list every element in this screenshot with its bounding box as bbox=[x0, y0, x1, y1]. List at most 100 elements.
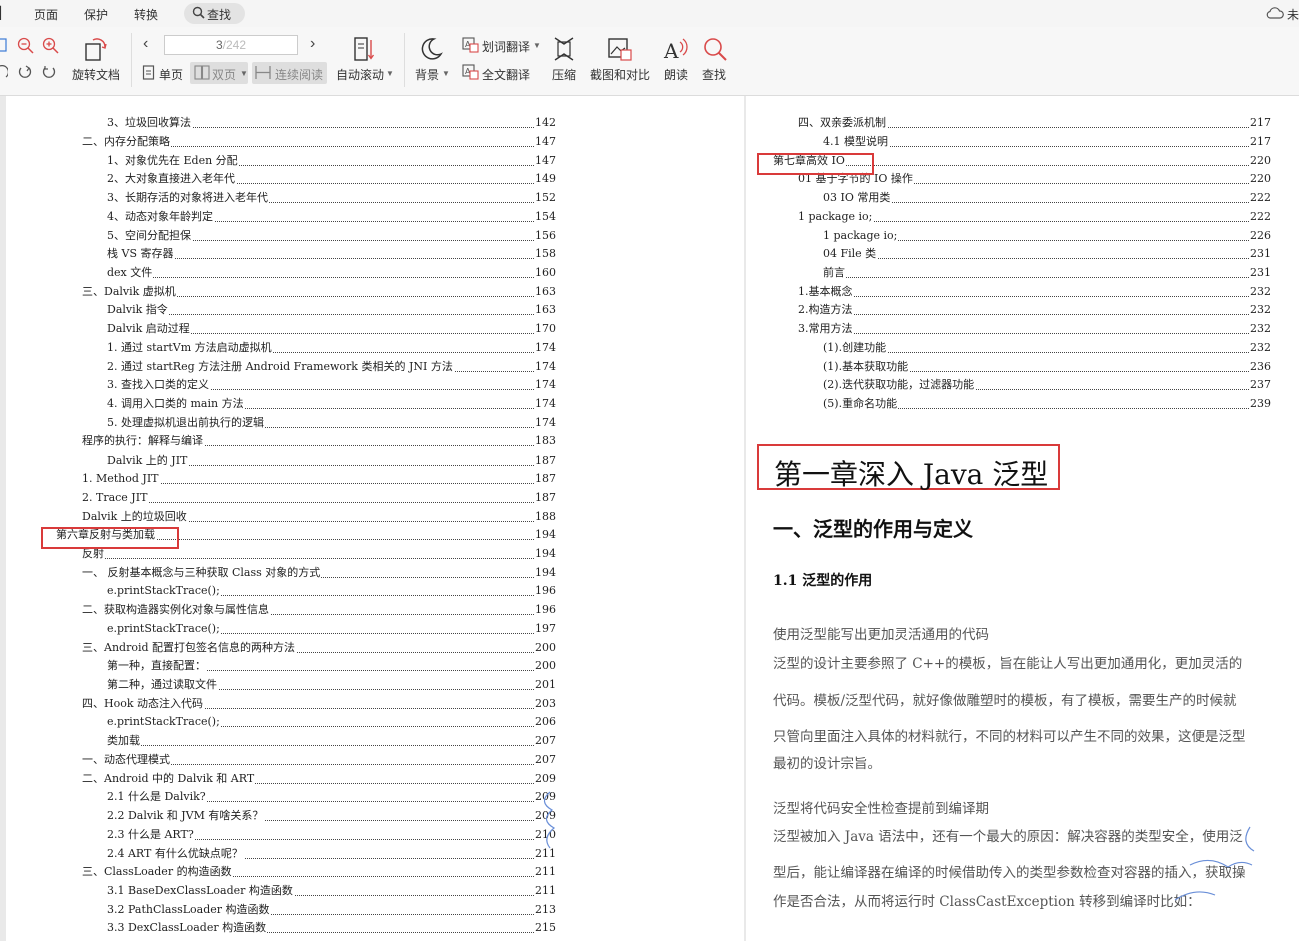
toc-entry-title: 三、ClassLoader 的构造函数 bbox=[82, 863, 233, 880]
next-page-icon[interactable]: › bbox=[310, 35, 315, 53]
toc-entry[interactable]: 2、大对象直接进入老年代 149 bbox=[107, 169, 556, 188]
paragraph-line: 作是否合法，从而将运行时 ClassCastException 转移到编译时比如… bbox=[773, 894, 1201, 910]
toc-entry[interactable]: 5、空间分配担保 156 bbox=[107, 226, 556, 245]
toc-entry[interactable]: 2. 通过 startReg 方法注册 Android Framework 类相… bbox=[107, 357, 556, 376]
toc-entry[interactable]: Dalvik 上的垃圾回收 188 bbox=[82, 507, 556, 526]
toc-entry[interactable]: 三、Android 配置打包签名信息的两种方法 200 bbox=[82, 638, 556, 657]
toc-entry-title: 一、动态代理模式 bbox=[82, 751, 171, 768]
full-translate-label[interactable]: 全文翻译 bbox=[482, 66, 530, 83]
toc-entry[interactable]: 类加载 207 bbox=[107, 731, 556, 750]
zoom-fit-icon[interactable] bbox=[0, 37, 10, 53]
toc-entry[interactable]: 4.1 模型说明 217 bbox=[823, 132, 1271, 151]
auto-scroll-label[interactable]: 自动滚动 bbox=[336, 66, 384, 83]
background-label[interactable]: 背景 bbox=[415, 66, 439, 83]
toc-entry-title: 2.4 ART 有什么优缺点呢？ bbox=[107, 845, 244, 862]
toc-entry[interactable]: 1. Method JIT 187 bbox=[82, 469, 556, 488]
menu-page[interactable]: 页面 bbox=[34, 6, 58, 23]
toc-entry[interactable]: 1. 通过 startVm 方法启动虚拟机 174 bbox=[107, 338, 556, 357]
toc-entry[interactable]: 2. Trace JIT 187 bbox=[82, 488, 556, 507]
menu-search-button[interactable]: 查找 bbox=[184, 3, 245, 24]
toc-entry[interactable]: 3、长期存活的对象将进入老年代 152 bbox=[107, 188, 556, 207]
single-page-label[interactable]: 单页 bbox=[159, 66, 183, 83]
toc-entry[interactable]: 3.2 PathClassLoader 构造函数 213 bbox=[107, 900, 556, 919]
toc-entry[interactable]: 前言 231 bbox=[823, 263, 1271, 282]
toc-entry[interactable]: dex 文件 160 bbox=[107, 263, 556, 282]
toc-entry[interactable]: 二、获取构造器实例化对象与属性信息 196 bbox=[82, 600, 556, 619]
toc-entry[interactable]: (1).创建功能 232 bbox=[823, 338, 1271, 357]
toc-entry[interactable]: 2.1 什么是 Dalvik? 209 bbox=[107, 787, 556, 806]
toc-entry[interactable]: 栈 VS 寄存器 158 bbox=[107, 244, 556, 263]
menu-protect[interactable]: 保护 bbox=[84, 6, 108, 23]
toc-entry[interactable]: 二、内存分配策略 147 bbox=[82, 132, 556, 151]
toc-entry[interactable]: 四、双亲委派机制 217 bbox=[798, 113, 1271, 132]
paragraph-heading: 使用泛型能写出更加灵活通用的代码 bbox=[773, 627, 989, 643]
toc-entry[interactable]: Dalvik 启动过程 170 bbox=[107, 319, 556, 338]
zoom-out-icon[interactable] bbox=[17, 37, 34, 54]
compress-label[interactable]: 压缩 bbox=[552, 66, 576, 83]
toc-entry[interactable]: 程序的执行：解释与编译 183 bbox=[82, 431, 556, 450]
find-icon[interactable] bbox=[702, 36, 728, 62]
screenshot-compare-icon[interactable] bbox=[607, 36, 633, 62]
toc-entry[interactable]: 二、Android 中的 Dalvik 和 ART 209 bbox=[82, 769, 556, 788]
word-translate-icon[interactable]: A bbox=[462, 37, 479, 53]
page-number-input[interactable]: 3/242 bbox=[164, 35, 298, 55]
toc-entry[interactable]: (1).基本获取功能 236 bbox=[823, 357, 1271, 376]
toc-entry[interactable]: 3、垃圾回收算法 142 bbox=[107, 113, 556, 132]
single-page-icon[interactable] bbox=[142, 65, 155, 80]
toc-entry[interactable]: 4. 调用入口类的 main 方法 174 bbox=[107, 394, 556, 413]
toc-entry[interactable]: (2).迭代获取功能，过滤器功能 237 bbox=[823, 375, 1271, 394]
moon-icon[interactable] bbox=[418, 36, 444, 62]
word-translate-label[interactable]: 划词翻译 bbox=[482, 38, 530, 55]
toc-entry[interactable]: e.printStackTrace(); 206 bbox=[107, 712, 556, 731]
menu-cut-item[interactable]: ▏ bbox=[0, 6, 9, 20]
toc-entry[interactable]: 2.4 ART 有什么优缺点呢？ 211 bbox=[107, 844, 556, 863]
rotate-document-icon[interactable] bbox=[83, 35, 109, 63]
toc-entry[interactable]: 四、Hook 动态注入代码 203 bbox=[82, 694, 556, 713]
toc-entry-title: 2.2 Dalvik 和 JVM 有啥关系？ bbox=[107, 807, 265, 824]
prev-page-icon[interactable]: ‹ bbox=[143, 35, 148, 53]
toc-entry[interactable]: Dalvik 上的 JIT 187 bbox=[107, 451, 556, 470]
cloud-icon[interactable] bbox=[1266, 7, 1284, 19]
toc-entry-title: 程序的执行：解释与编译 bbox=[82, 432, 204, 449]
toc-entry[interactable]: (5).重命名功能 239 bbox=[823, 394, 1271, 413]
screenshot-compare-label[interactable]: 截图和对比 bbox=[590, 66, 650, 83]
toc-entry[interactable]: 第一种，直接配置： 200 bbox=[107, 656, 556, 675]
toc-entry[interactable]: 1、对象优先在 Eden 分配 147 bbox=[107, 151, 556, 170]
toc-entry[interactable]: 4、动态对象年龄判定 154 bbox=[107, 207, 556, 226]
read-aloud-label[interactable]: 朗读 bbox=[664, 66, 688, 83]
toc-entry-title: 第二种，通过读取文件 bbox=[107, 676, 218, 693]
toc-entry[interactable]: 5. 处理虚拟机退出前执行的逻辑 174 bbox=[107, 413, 556, 432]
toc-entry[interactable]: 04 File 类 231 bbox=[823, 244, 1271, 263]
toc-entry[interactable]: 3.常用方法 232 bbox=[798, 319, 1271, 338]
toc-entry[interactable]: e.printStackTrace(); 196 bbox=[107, 581, 556, 600]
compress-icon[interactable] bbox=[552, 36, 576, 62]
toc-entry[interactable]: 2.2 Dalvik 和 JVM 有啥关系？ 209 bbox=[107, 806, 556, 825]
read-aloud-icon[interactable]: A bbox=[663, 36, 689, 62]
toc-entry[interactable]: 2.构造方法 232 bbox=[798, 300, 1271, 319]
rotate-right-icon[interactable] bbox=[42, 65, 57, 79]
zoom-in-icon[interactable] bbox=[42, 37, 59, 54]
find-label[interactable]: 查找 bbox=[702, 66, 726, 83]
toc-entry[interactable]: 1.基本概念 232 bbox=[798, 282, 1271, 301]
menu-convert[interactable]: 转换 bbox=[134, 6, 158, 23]
auto-scroll-icon[interactable] bbox=[353, 36, 375, 62]
toc-entry[interactable]: 3.3 DexClassLoader 构造函数 215 bbox=[107, 918, 556, 937]
toc-entry[interactable]: 03 IO 常用类 222 bbox=[823, 188, 1271, 207]
toc-entry[interactable]: 第二种，通过读取文件 201 bbox=[107, 675, 556, 694]
toc-entry[interactable]: 1 package io; 226 bbox=[823, 226, 1271, 245]
toc-entry[interactable]: 一、动态代理模式 207 bbox=[82, 750, 556, 769]
toc-entry[interactable]: 1 package io; 222 bbox=[798, 207, 1271, 226]
toc-entry[interactable]: 三、Dalvik 虚拟机 163 bbox=[82, 282, 556, 301]
rotate-left-icon[interactable] bbox=[17, 65, 32, 79]
toc-entry-title: 04 File 类 bbox=[823, 245, 878, 262]
toc-entry[interactable]: 2.3 什么是 ART? 210 bbox=[107, 825, 556, 844]
toc-entry[interactable]: 3.1 BaseDexClassLoader 构造函数 211 bbox=[107, 881, 556, 900]
rotate-document-label[interactable]: 旋转文档 bbox=[72, 66, 120, 83]
full-translate-icon[interactable]: A bbox=[462, 64, 479, 80]
rotate-small-icon[interactable] bbox=[0, 65, 8, 79]
toc-entry[interactable]: Dalvik 指令 163 bbox=[107, 300, 556, 319]
toc-entry[interactable]: e.printStackTrace(); 197 bbox=[107, 619, 556, 638]
toc-entry[interactable]: 3. 查找入口类的定义 174 bbox=[107, 375, 556, 394]
toc-entry[interactable]: 一、 反射基本概念与三种获取 Class 对象的方式 194 bbox=[82, 563, 556, 582]
toc-entry[interactable]: 三、ClassLoader 的构造函数 211 bbox=[82, 862, 556, 881]
